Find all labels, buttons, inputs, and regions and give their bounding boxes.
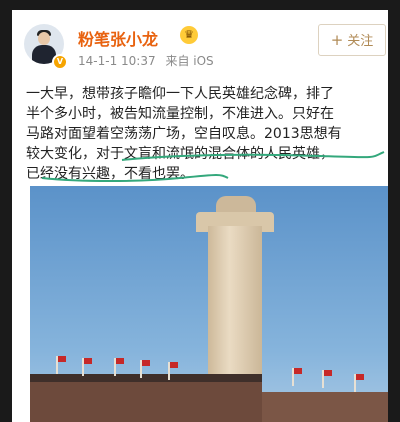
handwritten-underline [121,151,385,161]
post-text-line: 一大早，想带孩子瞻仰一下人民英雄纪念碑，排了 [26,86,334,102]
handwritten-underline [41,174,229,182]
red-flag [142,360,150,366]
avatar-face [38,32,50,45]
red-flag [324,370,332,376]
post-text-line: 半个多小时，被告知流量控制，不准进入。只好在 [26,106,334,122]
post-time: 14-1-1 10:37 [78,54,156,68]
red-flag [84,358,92,364]
red-flag [116,358,124,364]
red-flag [356,374,364,380]
verified-badge-icon: V [52,54,68,70]
building-right [262,392,388,422]
post-meta: 14-1-1 10:37 来自 iOS [78,52,220,69]
building [30,382,262,422]
plus-icon: + [330,31,344,49]
red-flag [58,356,66,362]
red-flag [170,362,178,368]
post-source: 来自 iOS [165,54,214,68]
weibo-post-card: V 粉笔张小龙 ♛ 14-1-1 10:37 来自 iOS + 关注 一大早，想带… [12,10,388,422]
red-flag [294,368,302,374]
post-photo[interactable] [30,186,388,422]
post-text-line: 马路对面望着空荡荡广场，空自叹息。2013思想有 [26,126,342,142]
follow-label: 关注 [347,34,374,49]
follow-button[interactable]: + 关注 [318,24,386,56]
username[interactable]: 粉笔张小龙 [78,26,158,50]
crown-icon: ♛ [180,26,198,44]
